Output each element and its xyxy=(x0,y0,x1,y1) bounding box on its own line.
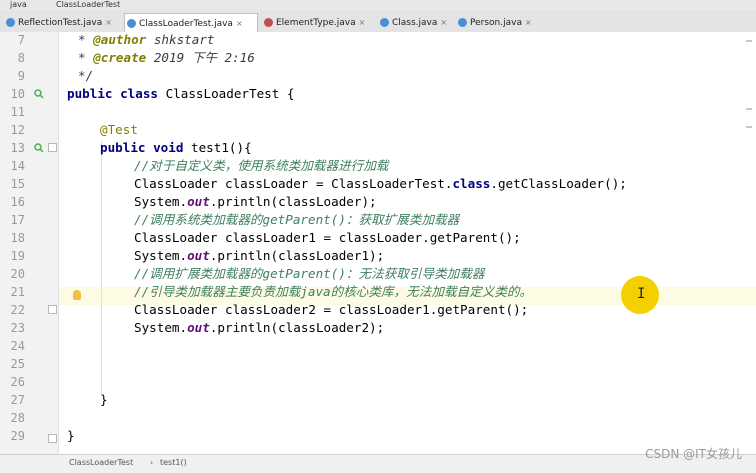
scrollbar-marker[interactable] xyxy=(746,40,752,42)
code-line-15[interactable]: ClassLoader classLoader = ClassLoaderTes… xyxy=(134,175,627,193)
line-number: 20 xyxy=(10,267,25,281)
tab-label: Person.java xyxy=(470,18,522,28)
line-number: 29 xyxy=(10,429,25,443)
code-line-27[interactable]: } xyxy=(100,391,108,409)
line-number: 24 xyxy=(10,339,25,353)
code-line-19[interactable]: System.out.println(classLoader1); xyxy=(134,247,384,265)
scrollbar-marker[interactable] xyxy=(746,108,752,110)
line-number: 25 xyxy=(10,357,25,371)
line-number: 8 xyxy=(17,51,25,65)
code-line-20[interactable]: //调用扩展类加载器的getParent()：无法获取引导类加载器 xyxy=(134,265,484,283)
code-line-21[interactable]: //引导类加载器主要负责加载java的核心类库，无法加载自定义类的。 xyxy=(134,283,532,301)
line-number: 16 xyxy=(10,195,25,209)
code-line-10[interactable]: public class ClassLoaderTest { xyxy=(67,85,294,103)
scrollbar-marker[interactable] xyxy=(746,126,752,128)
run-test-icon[interactable] xyxy=(34,143,44,153)
line-number: 11 xyxy=(10,105,25,119)
line-number: 27 xyxy=(10,393,25,407)
breadcrumb: java ClassLoaderTest xyxy=(0,0,756,10)
tab-elementtype[interactable]: ElementType.java × xyxy=(262,13,368,32)
line-number: 13 xyxy=(10,141,25,155)
close-icon[interactable]: × xyxy=(236,19,243,28)
code-line-13[interactable]: public void test1(){ xyxy=(100,139,252,157)
editor-tab-bar: ReflectionTest.java × ClassLoaderTest.jav… xyxy=(0,10,756,33)
status-bar: ClassLoaderTest › test1() xyxy=(0,454,756,473)
tab-person[interactable]: Person.java × xyxy=(456,13,540,32)
tab-reflectiontest[interactable]: ReflectionTest.java × xyxy=(4,13,122,32)
close-icon[interactable]: × xyxy=(525,18,532,27)
indent-guide xyxy=(101,140,102,394)
line-number: 17 xyxy=(10,213,25,227)
line-number: 23 xyxy=(10,321,25,335)
code-line-12[interactable]: @Test xyxy=(100,121,138,139)
line-number: 9 xyxy=(17,69,25,83)
status-crumb-separator: › xyxy=(150,458,154,467)
java-class-icon xyxy=(127,19,136,28)
status-crumb-class[interactable]: ClassLoaderTest xyxy=(69,458,133,467)
code-line-22[interactable]: ClassLoader classLoader2 = classLoader1.… xyxy=(134,301,528,319)
close-icon[interactable]: × xyxy=(105,18,112,27)
line-number: 21 xyxy=(10,285,25,299)
line-number: 12 xyxy=(10,123,25,137)
tab-classloadertest[interactable]: ClassLoaderTest.java × xyxy=(124,13,258,32)
java-class-icon xyxy=(458,18,467,27)
code-line-17[interactable]: //调用系统类加载器的getParent()：获取扩展类加载器 xyxy=(134,211,459,229)
code-line-23[interactable]: System.out.println(classLoader2); xyxy=(134,319,384,337)
line-number: 7 xyxy=(17,33,25,47)
text-cursor-icon: I xyxy=(637,286,646,302)
java-class-icon xyxy=(6,18,15,27)
code-line-29[interactable]: } xyxy=(67,427,75,445)
breadcrumb-item-classloadertest[interactable]: ClassLoaderTest xyxy=(56,0,120,10)
line-number: 15 xyxy=(10,177,25,191)
fold-marker-icon[interactable] xyxy=(48,143,57,152)
status-crumb-method[interactable]: test1() xyxy=(160,458,187,467)
line-number: 26 xyxy=(10,375,25,389)
close-icon[interactable]: × xyxy=(359,18,366,27)
fold-marker-icon[interactable] xyxy=(48,305,57,314)
line-number: 22 xyxy=(10,303,25,317)
watermark: CSDN @IT女孩儿 xyxy=(645,447,742,461)
enum-icon xyxy=(264,18,273,27)
line-number: 28 xyxy=(10,411,25,425)
tab-label: ClassLoaderTest.java xyxy=(139,19,233,29)
line-number: 19 xyxy=(10,249,25,263)
intention-bulb-icon[interactable] xyxy=(73,290,81,300)
tab-label: Class.java xyxy=(392,18,438,28)
code-line-14[interactable]: //对于自定义类，使用系统类加载器进行加载 xyxy=(134,157,388,175)
code-line-8[interactable]: * @create 2019 下午 2:16 xyxy=(78,49,255,67)
tab-label: ReflectionTest.java xyxy=(18,18,103,28)
line-number-gutter[interactable]: 7 8 9 10 11 12 13 14 15 16 17 18 19 20 2… xyxy=(0,32,59,454)
close-icon[interactable]: × xyxy=(440,18,447,27)
breadcrumb-item-java[interactable]: java xyxy=(10,0,27,10)
code-line-9[interactable]: */ xyxy=(78,67,93,85)
code-line-16[interactable]: System.out.println(classLoader); xyxy=(134,193,377,211)
run-test-icon[interactable] xyxy=(34,89,44,99)
line-number: 18 xyxy=(10,231,25,245)
code-line-7[interactable]: * @author shkstart xyxy=(78,31,215,49)
java-class-icon xyxy=(380,18,389,27)
tab-label: ElementType.java xyxy=(276,18,356,28)
fold-marker-icon[interactable] xyxy=(48,434,57,443)
line-number: 10 xyxy=(10,87,25,101)
code-line-18[interactable]: ClassLoader classLoader1 = classLoader.g… xyxy=(134,229,521,247)
line-number: 14 xyxy=(10,159,25,173)
tab-class[interactable]: Class.java × xyxy=(378,13,450,32)
